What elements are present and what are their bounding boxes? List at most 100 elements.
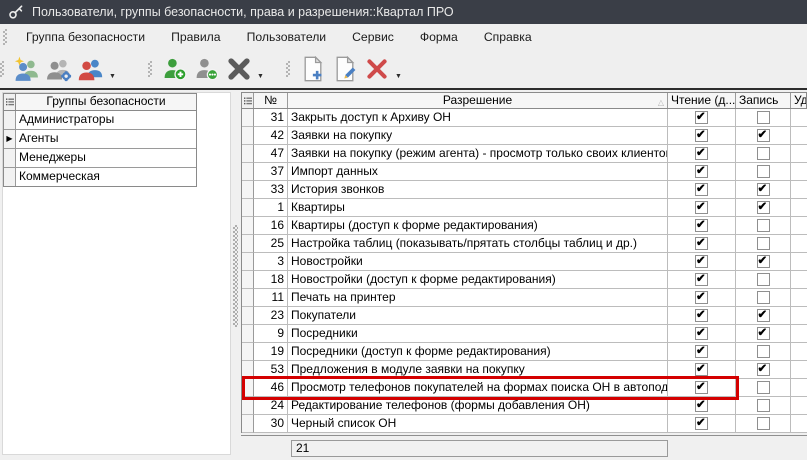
write-checkbox[interactable]: [756, 381, 770, 394]
row-selector[interactable]: [242, 379, 254, 397]
read-checkbox[interactable]: [695, 415, 708, 432]
table-row[interactable]: 16 Квартиры (доступ к форме редактировани…: [242, 217, 807, 235]
read-checkbox[interactable]: [695, 253, 708, 270]
write-checkbox[interactable]: [756, 253, 770, 270]
toolbar-drag-handle[interactable]: [0, 61, 4, 77]
table-row[interactable]: 11 Печать на принтер: [242, 289, 807, 307]
write-checkbox[interactable]: [756, 307, 770, 324]
write-checkbox[interactable]: [756, 147, 770, 160]
add-security-group-icon[interactable]: [12, 54, 42, 84]
read-checkbox[interactable]: [695, 235, 708, 252]
read-checkbox[interactable]: [695, 217, 708, 234]
read-checkbox[interactable]: [695, 361, 708, 378]
menu-item-rules[interactable]: Правила: [158, 26, 234, 48]
remove-user-icon[interactable]: [224, 54, 254, 84]
group-row[interactable]: Коммерческая: [4, 168, 196, 186]
read-checkbox[interactable]: [695, 289, 708, 306]
read-checkbox[interactable]: [695, 325, 708, 342]
write-checkbox[interactable]: [756, 325, 770, 342]
write-checkbox[interactable]: [756, 361, 770, 378]
row-selector[interactable]: [242, 325, 254, 343]
write-checkbox[interactable]: [756, 291, 770, 304]
menu-item-form[interactable]: Форма: [407, 26, 471, 48]
table-row[interactable]: 3 Новостройки: [242, 253, 807, 271]
read-checkbox[interactable]: [695, 127, 708, 144]
write-checkbox[interactable]: [756, 165, 770, 178]
column-header-delete[interactable]: Уда: [791, 93, 806, 108]
column-header-read[interactable]: Чтение (д...: [668, 93, 736, 108]
row-selector[interactable]: [242, 235, 254, 253]
add-user-icon[interactable]: [160, 54, 190, 84]
column-header-permission[interactable]: Разрешение △: [288, 93, 668, 108]
write-checkbox[interactable]: [756, 237, 770, 250]
write-checkbox[interactable]: [756, 219, 770, 232]
row-selector[interactable]: [242, 415, 254, 433]
table-row[interactable]: 33 История звонков: [242, 181, 807, 199]
current-row-marker[interactable]: ▶: [4, 130, 16, 148]
row-selector[interactable]: [242, 289, 254, 307]
read-checkbox[interactable]: [695, 271, 708, 288]
row-selector[interactable]: [242, 181, 254, 199]
row-selector[interactable]: [242, 127, 254, 145]
groups-column-header[interactable]: Группы безопасности: [16, 94, 196, 110]
row-selector[interactable]: [242, 307, 254, 325]
row-selector[interactable]: [242, 199, 254, 217]
table-row[interactable]: 47 Заявки на покупку (режим агента) - про…: [242, 145, 807, 163]
table-row[interactable]: 23 Покупатели: [242, 307, 807, 325]
write-checkbox[interactable]: [756, 181, 770, 198]
panel-splitter[interactable]: [231, 90, 239, 459]
read-checkbox[interactable]: [695, 379, 708, 396]
toolbar-drag-handle[interactable]: [148, 61, 152, 77]
row-selector[interactable]: [242, 361, 254, 379]
grid-properties-icon[interactable]: [4, 94, 16, 110]
menu-item-users[interactable]: Пользователи: [234, 26, 340, 48]
group-row[interactable]: Менеджеры: [4, 149, 196, 168]
table-row[interactable]: 24 Редактирование телефонов (формы добавл…: [242, 397, 807, 415]
row-selector[interactable]: [242, 343, 254, 361]
row-selector[interactable]: [4, 111, 16, 129]
table-row[interactable]: 9 Посредники: [242, 325, 807, 343]
table-row[interactable]: 31 Закрыть доступ к Архиву ОН: [242, 109, 807, 127]
row-selector[interactable]: [4, 149, 16, 167]
table-row[interactable]: 46 Просмотр телефонов покупателей на форм…: [242, 379, 807, 397]
delete-record-icon[interactable]: [362, 54, 392, 84]
edit-record-icon[interactable]: [330, 54, 360, 84]
add-record-icon[interactable]: [298, 54, 328, 84]
row-selector[interactable]: [242, 253, 254, 271]
table-row[interactable]: 19 Посредники (доступ к форме редактирова…: [242, 343, 807, 361]
toolbar-drag-handle[interactable]: [286, 61, 290, 77]
toolbar-overflow-arrow[interactable]: ▼: [257, 73, 264, 80]
row-selector[interactable]: [242, 217, 254, 235]
write-checkbox[interactable]: [756, 127, 770, 144]
write-checkbox[interactable]: [756, 111, 770, 124]
table-row[interactable]: 30 Черный список ОН: [242, 415, 807, 433]
write-checkbox[interactable]: [756, 417, 770, 430]
table-row[interactable]: 42 Заявки на покупку: [242, 127, 807, 145]
column-header-write[interactable]: Запись: [736, 93, 791, 108]
column-header-number[interactable]: №: [254, 93, 288, 108]
splitter-grip[interactable]: [233, 225, 238, 327]
write-checkbox[interactable]: [756, 199, 770, 216]
toolbar-overflow-arrow[interactable]: ▼: [395, 73, 402, 80]
table-row[interactable]: 25 Настройка таблиц (показывать/прятать с…: [242, 235, 807, 253]
group-row[interactable]: ▶ Агенты: [4, 130, 196, 149]
table-row[interactable]: 53 Предложения в модуле заявки на покупку: [242, 361, 807, 379]
write-checkbox[interactable]: [756, 273, 770, 286]
row-selector[interactable]: [242, 145, 254, 163]
read-checkbox[interactable]: [695, 145, 708, 162]
write-checkbox[interactable]: [756, 399, 770, 412]
menu-drag-handle[interactable]: [3, 29, 7, 45]
read-checkbox[interactable]: [695, 109, 708, 126]
security-group-rights-icon[interactable]: [44, 54, 74, 84]
write-checkbox[interactable]: [756, 345, 770, 358]
read-checkbox[interactable]: [695, 397, 708, 414]
menu-item-security-group[interactable]: Группа безопасности: [13, 26, 158, 48]
table-row[interactable]: 18 Новостройки (доступ к форме редактиров…: [242, 271, 807, 289]
menu-item-help[interactable]: Справка: [471, 26, 545, 48]
row-selector[interactable]: [242, 163, 254, 181]
menu-item-service[interactable]: Сервис: [339, 26, 407, 48]
read-checkbox[interactable]: [695, 343, 708, 360]
row-selector[interactable]: [242, 271, 254, 289]
read-checkbox[interactable]: [695, 199, 708, 216]
read-checkbox[interactable]: [695, 181, 708, 198]
